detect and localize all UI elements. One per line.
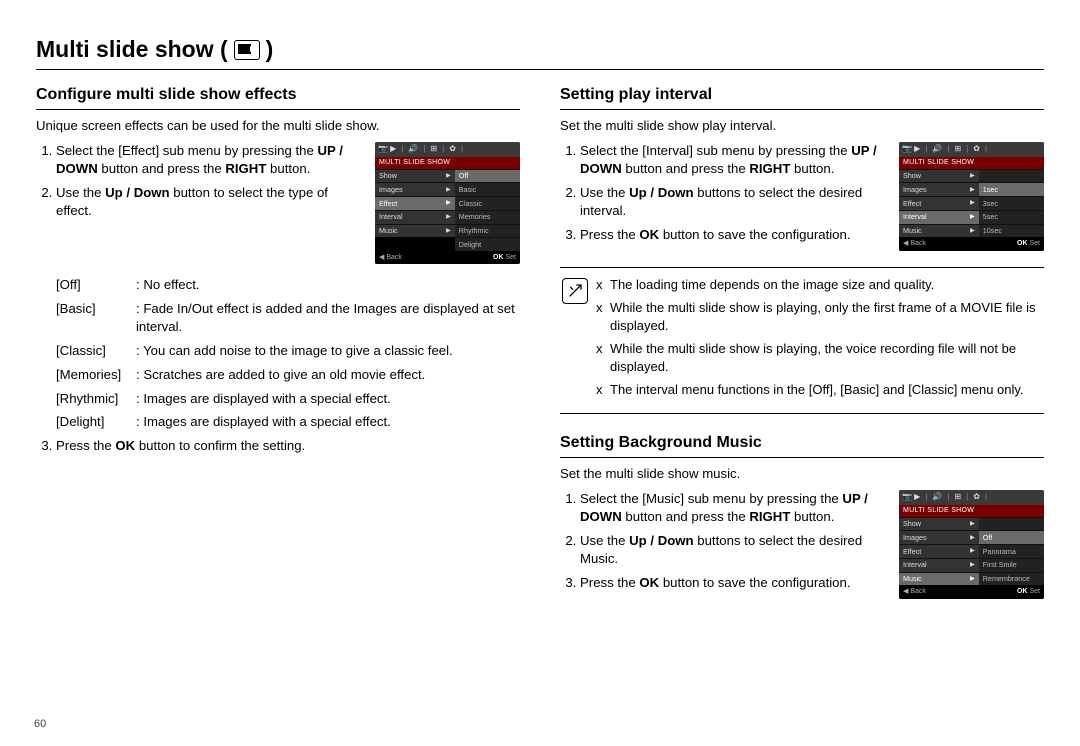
definition-row: [Classic]: You can add noise to the imag… — [56, 342, 520, 360]
definition-row: [Basic]: Fade In/Out effect is added and… — [56, 300, 520, 336]
definition-row: [Delight]: Images are displayed with a s… — [56, 413, 520, 431]
definition-desc: : Fade In/Out effect is added and the Im… — [136, 300, 520, 336]
definition-term: [Classic] — [56, 342, 136, 360]
notes-list: The loading time depends on the image si… — [596, 276, 1042, 405]
note-item: While the multi slide show is playing, o… — [596, 299, 1042, 334]
lcd-music: 📷 ▶ | 🔊 | ⊞ | ✿ |MULTI SLIDE SHOWShow▶Im… — [899, 490, 1044, 598]
notes-box: The loading time depends on the image si… — [560, 267, 1044, 414]
definition-term: [Rhythmic] — [56, 390, 136, 408]
definition-term: [Memories] — [56, 366, 136, 384]
title-text-open: Multi slide show ( — [36, 34, 228, 65]
definition-row: [Off]: No effect. — [56, 276, 520, 294]
note-item: The interval menu functions in the [Off]… — [596, 381, 1042, 399]
note-icon — [562, 278, 588, 304]
right-column: Setting play interval Set the multi slid… — [560, 84, 1044, 605]
section-heading-music: Setting Background Music — [560, 432, 1044, 458]
definition-row: [Memories]: Scratches are added to give … — [56, 366, 520, 384]
definition-desc: : No effect. — [136, 276, 520, 294]
definition-row: [Rhythmic]: Images are displayed with a … — [56, 390, 520, 408]
note-item: While the multi slide show is playing, t… — [596, 340, 1042, 375]
slideshow-icon — [234, 40, 260, 60]
effect-definitions: [Off]: No effect.[Basic]: Fade In/Out ef… — [56, 276, 520, 431]
note-item: The loading time depends on the image si… — [596, 276, 1042, 294]
lcd-effects: 📷 ▶ | 🔊 | ⊞ | ✿ |MULTI SLIDE SHOWShow▶Im… — [375, 142, 520, 264]
lcd-interval: 📷 ▶ | 🔊 | ⊞ | ✿ |MULTI SLIDE SHOWShow▶Im… — [899, 142, 1044, 250]
title-text-close: ) — [266, 34, 274, 65]
left-column: Configure multi slide show effects Uniqu… — [36, 84, 520, 605]
page-number: 60 — [34, 717, 46, 732]
section-heading-interval: Setting play interval — [560, 84, 1044, 110]
definition-desc: : Images are displayed with a special ef… — [136, 413, 520, 431]
definition-desc: : Scratches are added to give an old mov… — [136, 366, 520, 384]
definition-desc: : You can add noise to the image to give… — [136, 342, 520, 360]
definition-term: [Off] — [56, 276, 136, 294]
intro-music: Set the multi slide show music. — [560, 465, 1044, 483]
definition-term: [Delight] — [56, 413, 136, 431]
intro-interval: Set the multi slide show play interval. — [560, 117, 1044, 135]
page-title: Multi slide show ( ) — [36, 34, 1044, 70]
definition-desc: : Images are displayed with a special ef… — [136, 390, 520, 408]
list-item: Press the OK button to confirm the setti… — [56, 437, 520, 455]
intro-effects: Unique screen effects can be used for th… — [36, 117, 520, 135]
definition-term: [Basic] — [56, 300, 136, 336]
section-heading-effects: Configure multi slide show effects — [36, 84, 520, 110]
